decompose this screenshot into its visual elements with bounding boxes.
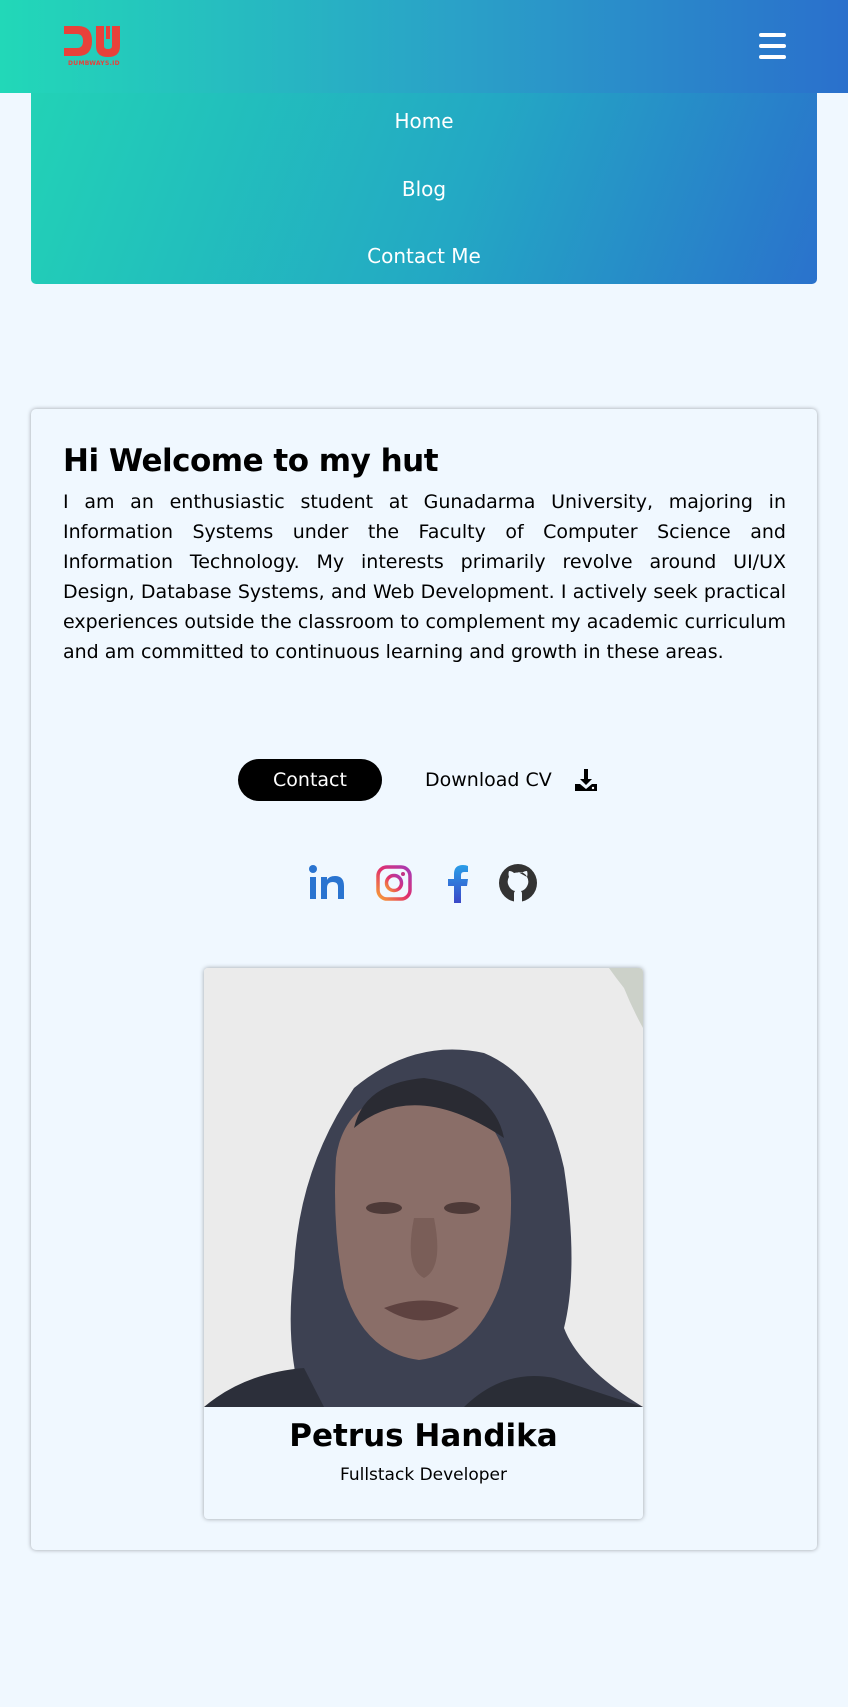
profile-card: Petrus Handika Fullstack Developer <box>204 968 643 1519</box>
download-cv-label: Download CV <box>425 769 552 791</box>
linkedin-icon[interactable] <box>307 863 347 903</box>
hero-title: Hi Welcome to my hut <box>63 443 439 479</box>
nav-item-contact-me[interactable]: Contact Me <box>31 244 817 268</box>
download-icon <box>575 769 597 791</box>
facebook-icon[interactable] <box>437 863 477 903</box>
profile-photo <box>204 968 643 1407</box>
dumbways-logo-icon <box>64 26 120 57</box>
hero-card: Hi Welcome to my hut I am an enthusiasti… <box>31 409 817 1550</box>
dumbways-logo[interactable]: DUMBWAYS.ID <box>62 24 126 70</box>
hamburger-icon[interactable] <box>759 33 786 59</box>
nav-menu: Home Blog Contact Me <box>31 93 817 284</box>
nav-item-blog[interactable]: Blog <box>31 177 817 201</box>
hero-description: I am an enthusiastic student at Gunadarm… <box>63 491 786 663</box>
instagram-icon[interactable] <box>374 863 414 903</box>
logo-text: DUMBWAYS.ID <box>68 60 120 67</box>
profile-role: Fullstack Developer <box>339 1465 508 1485</box>
profile-name: Petrus Handika <box>289 1418 558 1454</box>
nav-item-home[interactable]: Home <box>31 109 817 133</box>
contact-button[interactable]: Contact <box>238 759 382 801</box>
github-icon[interactable] <box>498 863 538 903</box>
download-cv-button[interactable]: Download CV <box>425 759 615 801</box>
top-navbar: DUMBWAYS.ID <box>0 0 848 93</box>
